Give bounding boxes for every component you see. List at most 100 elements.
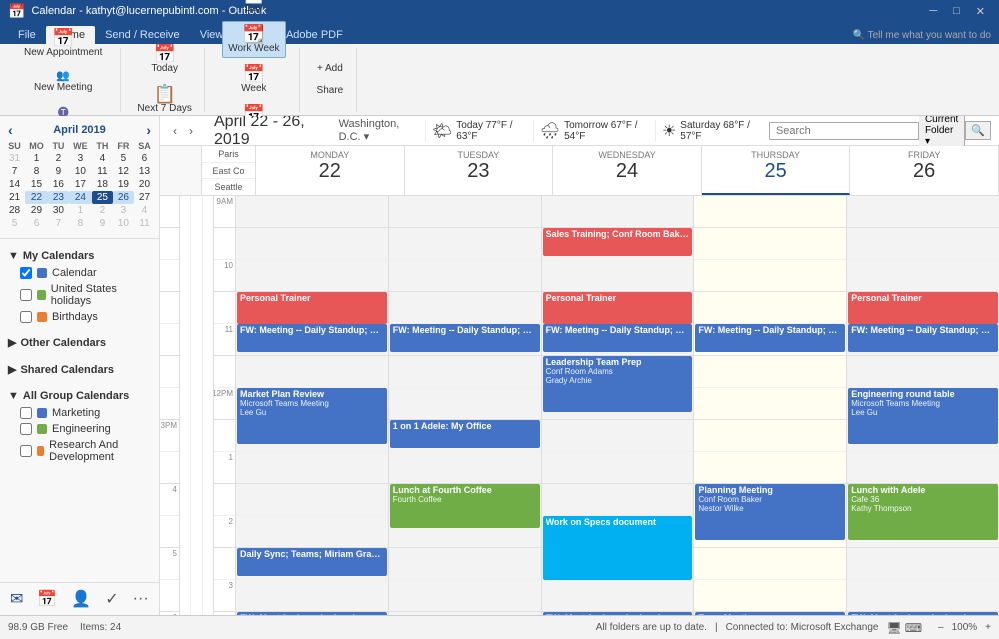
day-slot[interactable] [847,228,999,260]
week-button[interactable]: 📅 Week [234,61,274,98]
mini-cal-day[interactable]: 13 [134,165,155,178]
mini-cal-day[interactable]: 29 [25,204,48,217]
calendar-checkbox[interactable] [20,267,32,279]
calendar-event[interactable]: FW: Meeting -- Daily Standup; Co ✕ [237,324,387,352]
mini-cal-day[interactable]: 17 [69,178,92,191]
mini-cal-day[interactable]: 19 [113,178,134,191]
next-period-btn[interactable]: › [184,121,198,141]
mini-cal-day[interactable]: 5 [4,217,25,230]
mini-cal-day[interactable]: 22 [25,191,48,204]
zoom-in-btn[interactable]: + [985,622,991,633]
mini-cal-day[interactable]: 28 [4,204,25,217]
sidebar-calendar-item[interactable]: Calendar [8,265,151,281]
maximize-btn[interactable]: □ [947,5,966,18]
day-slot[interactable] [236,228,388,260]
day-slot[interactable] [847,356,999,388]
day-slot[interactable] [694,356,846,388]
day-slot[interactable] [694,580,846,612]
day-slot[interactable] [847,580,999,612]
calendar-event[interactable]: FW: Meet for launch planning ; M ✕ [237,612,387,615]
calendar-event[interactable]: Lunch with AdeleCafe 36Kathy Thompson [848,484,998,540]
day-slot[interactable] [542,196,694,228]
mini-cal-day[interactable]: 14 [4,178,25,191]
mini-cal-day[interactable]: 24 [69,191,92,204]
new-appointment-button[interactable]: 📅 New Appointment [18,25,108,62]
mini-cal-day[interactable]: 3 [69,152,92,165]
day-slot[interactable] [694,260,846,292]
mini-cal-day[interactable]: 25 [92,191,113,204]
calendar-event[interactable]: Daily Sync; Teams; Miriam Graham ✕ [237,548,387,576]
mini-cal-day[interactable]: 16 [48,178,69,191]
group-calendar-item[interactable]: Engineering [8,421,151,437]
day-slot[interactable] [236,260,388,292]
day-slot[interactable] [542,420,694,452]
mini-cal-day[interactable]: 20 [134,178,155,191]
calendar-event[interactable]: 1 on 1 Adele: My Office [390,420,540,448]
calendar-event[interactable]: FW: Meet for launch planning ; M ✕ [543,612,693,615]
search-button[interactable]: 🔍 [965,121,991,140]
day-slot[interactable] [542,484,694,516]
day-slot[interactable] [694,228,846,260]
day-slot[interactable] [389,196,541,228]
day-slot[interactable] [389,452,541,484]
mini-cal-prev[interactable]: ‹ [4,122,17,138]
day-slot[interactable] [694,420,846,452]
mini-cal-next[interactable]: › [142,122,155,138]
mini-cal-day[interactable]: 7 [48,217,69,230]
mini-cal-day[interactable]: 9 [48,165,69,178]
day-slot[interactable] [542,452,694,484]
calendar-event[interactable]: Work on Specs document [543,516,693,580]
other-calendars-header[interactable]: ▶ Other Calendars [8,333,151,352]
group-calendar-checkbox[interactable] [20,407,32,419]
close-btn[interactable]: ✕ [970,5,991,18]
mini-cal-day[interactable]: 11 [134,217,155,230]
day-slot[interactable] [389,580,541,612]
mini-cal-day[interactable]: 10 [113,217,134,230]
day-slot[interactable] [389,612,541,615]
calendar-event[interactable]: FW: Meeting -- Daily Standup; Co ✕ [543,324,693,352]
calendar-event[interactable]: Engineering round tableMicrosoft Teams M… [848,388,998,444]
shared-calendars-header[interactable]: ▶ Shared Calendars [8,360,151,379]
next7days-button[interactable]: 📋 Next 7 Days [131,81,197,118]
mini-cal-day[interactable]: 4 [134,204,155,217]
mini-cal-day[interactable]: 10 [69,165,92,178]
day-slot[interactable] [847,452,999,484]
day-slot[interactable] [389,292,541,324]
mini-cal-day[interactable]: 2 [92,204,113,217]
day-slot[interactable] [236,484,388,516]
more-nav-icon[interactable]: ··· [127,586,155,612]
day-slot[interactable] [694,452,846,484]
day-slot[interactable] [694,388,846,420]
calendar-event[interactable]: FW: Meeting -- Daily Standup; Co ✕ [695,324,845,352]
calendar-event[interactable]: Personal Trainer [848,292,998,324]
day-slot[interactable] [236,580,388,612]
mini-cal-day[interactable]: 3 [113,204,134,217]
mini-cal-day[interactable]: 8 [25,165,48,178]
search-input[interactable] [769,122,919,140]
day-slot[interactable] [389,228,541,260]
mini-cal-day[interactable]: 7 [4,165,25,178]
calendar-event[interactable]: Planning MeetingConf Room BakerNestor Wi… [695,484,845,540]
tell-me-input[interactable]: 🔍 Tell me what you want to do [845,27,999,44]
new-meeting-button[interactable]: 👥 New Meeting [28,65,98,97]
group-calendar-item[interactable]: Marketing [8,405,151,421]
day-slot[interactable] [847,196,999,228]
group-calendar-checkbox[interactable] [20,423,32,435]
mini-cal-day[interactable]: 15 [25,178,48,191]
tasks-nav-icon[interactable]: ✓ [99,585,124,613]
mini-cal-day[interactable]: 6 [134,152,155,165]
calendar-event[interactable]: Market Plan ReviewMicrosoft Teams Meetin… [237,388,387,444]
day-slot[interactable] [542,260,694,292]
mini-cal-day[interactable]: 1 [25,152,48,165]
calendar-event[interactable]: FW: Meeting -- Daily Standup; Co ✕ [848,324,998,352]
day-slot[interactable] [389,388,541,420]
day-slot[interactable] [847,548,999,580]
day-slot[interactable] [389,260,541,292]
day-slot[interactable] [236,452,388,484]
minimize-btn[interactable]: ─ [923,5,943,18]
calendar-event[interactable]: Leadership Team PrepConf Room AdamsGrady… [543,356,693,412]
mini-cal-day[interactable]: 9 [92,217,113,230]
group-calendar-checkbox[interactable] [20,445,32,457]
mini-cal-day[interactable]: 12 [113,165,134,178]
day-slot[interactable] [236,356,388,388]
